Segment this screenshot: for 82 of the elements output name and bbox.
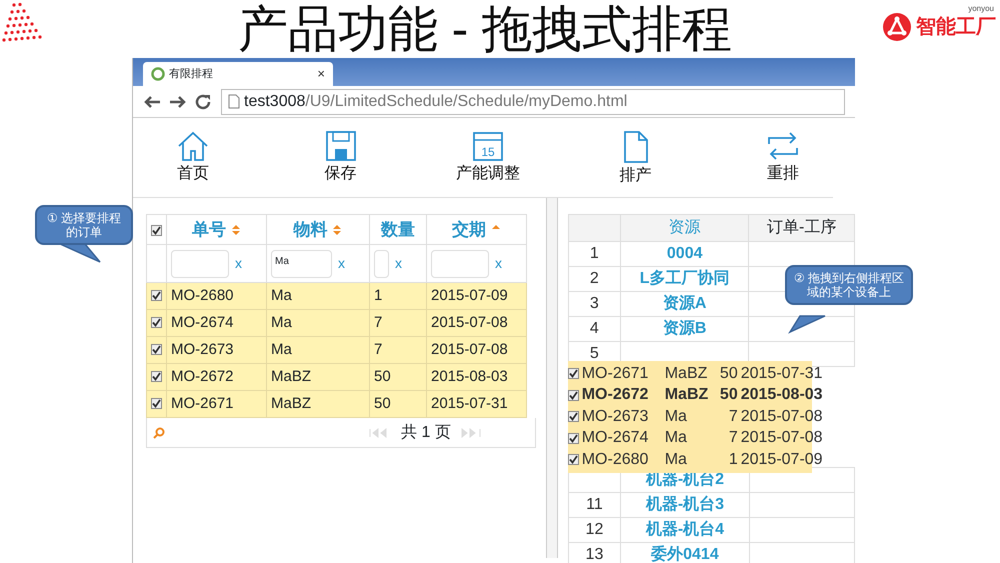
checkbox[interactable]	[151, 290, 162, 301]
table-cell: MaBZ	[266, 390, 370, 418]
row-number: 13	[568, 542, 621, 563]
url-text: test3008/U9/LimitedSchedule/Schedule/myDemo.html	[244, 92, 628, 112]
table-cell: 2015-08-03	[426, 364, 526, 390]
filter-field[interactable]	[171, 250, 229, 278]
calendar-icon: 15	[472, 130, 504, 162]
preview-row-text: MO-2671 MaBZ 50 2015-07-31	[582, 364, 823, 384]
column-header: 订单-工序	[748, 214, 855, 242]
table-cell: 2015-07-31	[426, 390, 526, 418]
table-cell: 1	[370, 282, 426, 310]
resource-cell: L多工厂协同	[620, 266, 749, 292]
callout-pointer	[788, 315, 826, 334]
save-icon	[324, 130, 356, 162]
preview-row-text: MO-2672 MaBZ 50 2015-08-03	[582, 385, 823, 406]
table-cell: 2015-07-09	[426, 282, 526, 310]
filter-field[interactable]	[374, 250, 389, 278]
row-number: 11	[568, 492, 621, 517]
page-count: 共 1 页	[401, 422, 451, 442]
preview-row-text: MO-2674 Ma 7 2015-07-08	[582, 428, 823, 448]
toolbar-button[interactable]: 保存	[290, 130, 390, 197]
table-cell: MO-2671	[166, 390, 266, 418]
reload-icon[interactable]	[195, 94, 213, 110]
logo-text: 智能工厂	[916, 15, 996, 40]
checkbox[interactable]	[568, 390, 579, 401]
resource-cell: 资源B	[620, 316, 749, 342]
table-cell: Ma	[266, 282, 370, 310]
document-icon	[622, 130, 648, 164]
resource-cell: 机器-机台4	[620, 517, 750, 542]
filter-field[interactable]: Ma	[271, 250, 332, 278]
toolbar-button[interactable]: 排产	[586, 130, 686, 197]
checkbox[interactable]	[151, 316, 162, 328]
checkbox[interactable]	[568, 454, 579, 466]
table-cell: 50	[370, 390, 426, 418]
browser-tab[interactable]: 有限排程 ×	[143, 62, 333, 86]
brand-name: yonyou	[968, 3, 994, 15]
table-cell: 50	[370, 364, 426, 390]
logo-icon	[882, 12, 912, 42]
back-icon[interactable]	[143, 94, 161, 110]
preview-row-text: MO-2680 Ma 1 2015-07-09	[582, 450, 823, 470]
repeat-icon	[766, 130, 800, 162]
table-cell: MaBZ	[266, 364, 370, 390]
close-button[interactable]: ×	[317, 64, 325, 84]
column-header: 资源	[620, 214, 749, 242]
table-cell: Ma	[266, 310, 370, 336]
table-cell: 2015-07-08	[426, 310, 526, 336]
page-icon	[228, 94, 240, 109]
table-cell: 7	[370, 336, 426, 364]
table-cell: MO-2680	[166, 282, 266, 310]
forward-icon[interactable]	[169, 94, 187, 110]
preview-row-text: MO-2673 Ma 7 2015-07-08	[582, 406, 823, 427]
table-cell: MO-2673	[166, 336, 266, 364]
table-cell: MO-2674	[166, 310, 266, 336]
filter-field[interactable]	[431, 250, 489, 278]
resource-cell: 0004	[620, 242, 749, 266]
toolbar-button[interactable]: 重排	[733, 130, 833, 197]
table-cell: 2015-07-08	[426, 336, 526, 364]
checkbox[interactable]	[568, 411, 579, 422]
toolbar-button[interactable]: 首页	[143, 130, 243, 197]
checkbox[interactable]	[568, 432, 579, 444]
row-number: 3	[568, 292, 620, 316]
checkbox[interactable]	[568, 368, 579, 380]
slide-title: 产品功能 - 拖拽式排程	[238, 0, 732, 58]
callout: ② 拖拽到右侧排程区域的某个设备上	[785, 265, 913, 305]
home-icon	[176, 130, 210, 162]
resource-cell: 资源A	[620, 292, 749, 316]
row-number: 12	[568, 517, 621, 542]
toolbar-button[interactable]: 15 产能调整	[438, 130, 538, 197]
table-cell: Ma	[266, 336, 370, 364]
checkbox[interactable]	[151, 344, 162, 355]
checkbox[interactable]	[151, 224, 162, 236]
row-number: 4	[568, 316, 620, 342]
table-cell: MO-2672	[166, 364, 266, 390]
checkbox[interactable]	[151, 398, 162, 409]
table-cell: 7	[370, 310, 426, 336]
row-number: 1	[568, 242, 620, 266]
address-bar[interactable]: test3008/U9/LimitedSchedule/Schedule/myDemo.html	[221, 88, 845, 114]
resource-cell: 机器-机台3	[620, 492, 750, 517]
row-number: 2	[568, 266, 620, 292]
checkbox[interactable]	[151, 370, 162, 382]
page-icon	[151, 67, 165, 81]
tab-title: 有限排程	[169, 66, 213, 82]
